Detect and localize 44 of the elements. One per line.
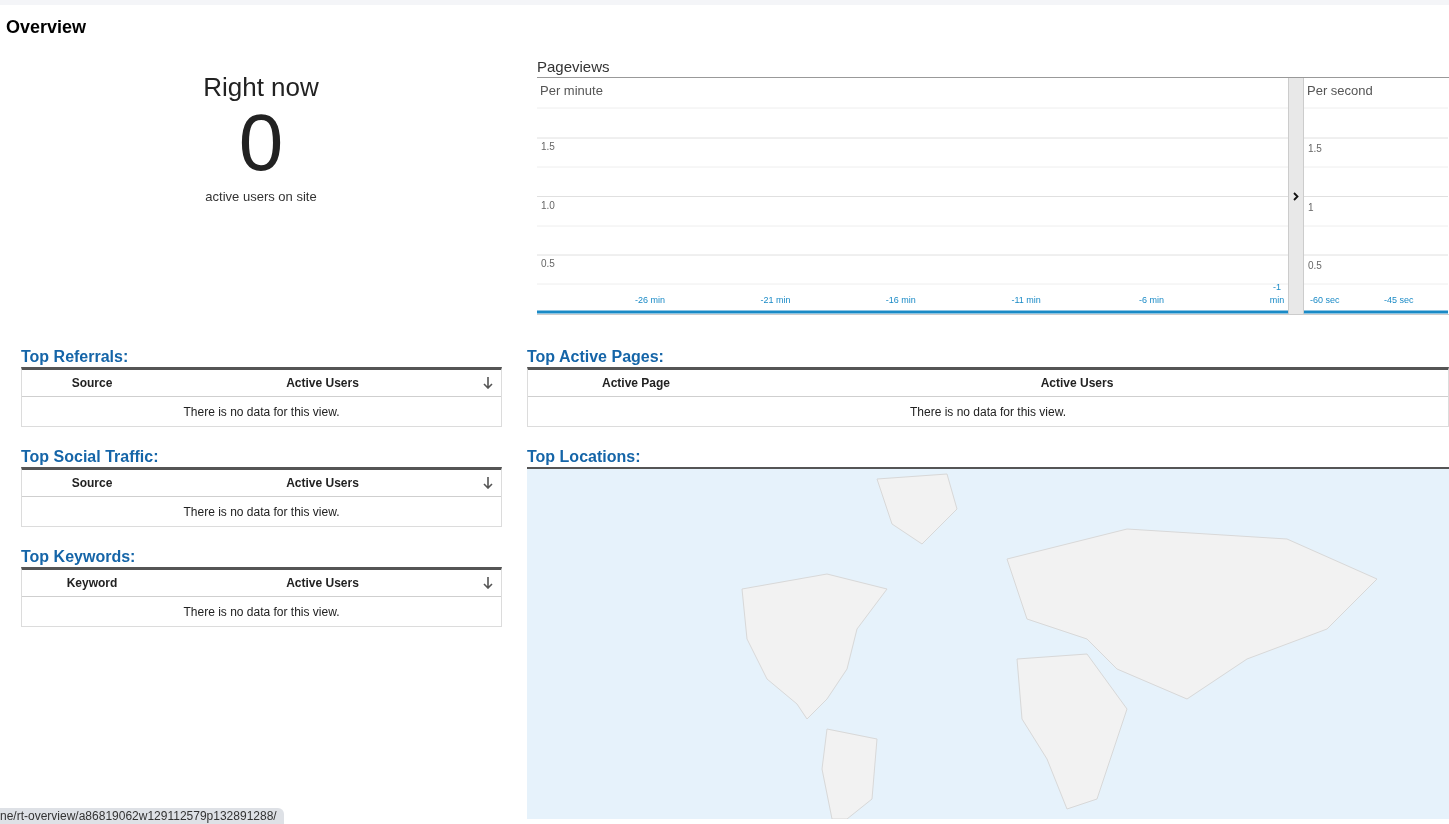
empty-message: There is no data for this view. bbox=[182, 503, 341, 521]
x-axis-label: -6 min bbox=[1139, 295, 1165, 305]
chart-label: Per minute bbox=[540, 82, 603, 100]
expand-handle[interactable] bbox=[1288, 78, 1304, 314]
x-axis-label: -11 min bbox=[1011, 295, 1041, 305]
section-title: Top Keywords: bbox=[21, 547, 137, 567]
x-axis-label: -26 min bbox=[635, 295, 665, 305]
column-header[interactable]: Active Users bbox=[162, 574, 483, 592]
x-axis-label: -45 sec bbox=[1384, 295, 1414, 305]
status-url: ne/rt-overview/a86819062w129112579p132891288/ bbox=[0, 808, 284, 824]
column-header[interactable]: Active Users bbox=[162, 374, 483, 392]
column-header[interactable]: Keyword bbox=[22, 574, 162, 592]
section-title: Top Social Traffic: bbox=[21, 447, 160, 467]
y-axis-label: 0.5 bbox=[1308, 260, 1322, 271]
column-header[interactable]: Active Users bbox=[706, 374, 1448, 392]
empty-message: There is no data for this view. bbox=[908, 403, 1068, 421]
chevron-right-icon bbox=[1293, 191, 1299, 201]
y-axis-label: 1.0 bbox=[541, 199, 555, 211]
y-axis-label: 1.5 bbox=[541, 141, 555, 152]
sort-arrow-icon[interactable] bbox=[483, 477, 493, 489]
column-header[interactable]: Active Users bbox=[162, 474, 483, 492]
empty-message: There is no data for this view. bbox=[182, 403, 341, 421]
y-axis-label: 1 bbox=[1308, 201, 1314, 213]
active-user-count: 0 bbox=[238, 103, 284, 183]
sort-arrow-icon[interactable] bbox=[483, 577, 493, 589]
page-title: Overview bbox=[5, 16, 88, 39]
column-header[interactable]: Source bbox=[22, 474, 162, 492]
y-axis-label: 1.5 bbox=[1308, 143, 1322, 154]
chart-title: Pageviews bbox=[537, 57, 611, 77]
x-axis-label: -16 min bbox=[885, 295, 916, 305]
y-axis-label: 0.5 bbox=[541, 258, 555, 269]
x-axis-label: -21 min bbox=[760, 295, 791, 305]
sort-arrow-icon[interactable] bbox=[483, 377, 493, 389]
x-axis-label: -1 min bbox=[1269, 282, 1285, 305]
empty-message: There is no data for this view. bbox=[182, 603, 341, 621]
count-caption: active users on site bbox=[205, 188, 317, 206]
section-title: Top Active Pages: bbox=[527, 347, 665, 367]
section-title: Top Referrals: bbox=[21, 347, 130, 367]
x-axis-label: -60 sec bbox=[1310, 295, 1340, 305]
column-header[interactable]: Active Page bbox=[566, 374, 706, 392]
column-header[interactable]: Source bbox=[22, 374, 162, 392]
chart-label: Per second bbox=[1307, 82, 1373, 100]
section-title: Top Locations: bbox=[527, 447, 642, 467]
right-now-label: Right now bbox=[203, 71, 319, 103]
